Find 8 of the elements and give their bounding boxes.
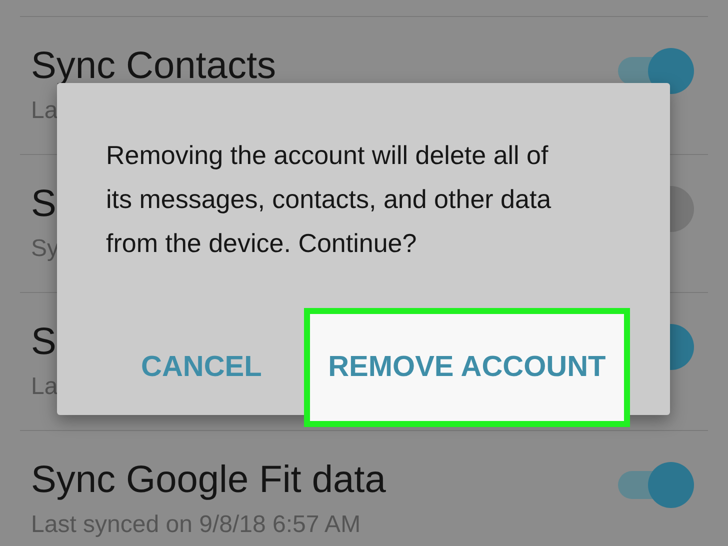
setting-title: Sync Google Fit data bbox=[31, 459, 386, 502]
remove-account-button[interactable]: REMOVE ACCOUNT bbox=[304, 308, 630, 427]
setting-title: S bbox=[31, 321, 56, 364]
toggle-switch[interactable] bbox=[618, 462, 694, 508]
cancel-button[interactable]: CANCEL bbox=[141, 351, 262, 384]
setting-title: S bbox=[31, 183, 56, 226]
setting-title: Sync Contacts bbox=[31, 45, 276, 88]
dialog-message: Removing the account will delete all of its messages, contacts, and other data from the device. Continue? bbox=[106, 139, 552, 260]
